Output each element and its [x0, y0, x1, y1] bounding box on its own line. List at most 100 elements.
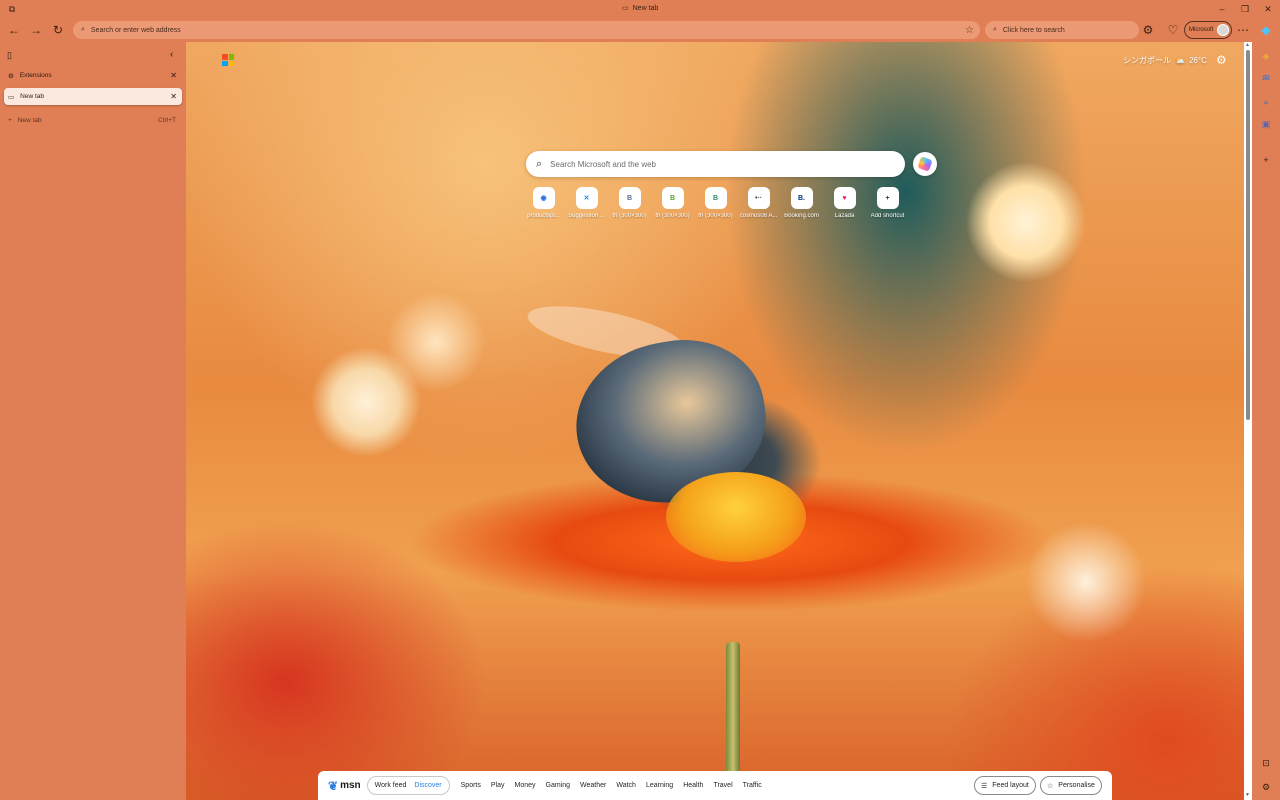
- quick-link-icon: ✕: [575, 187, 598, 209]
- scroll-down-icon[interactable]: ▼: [1245, 792, 1250, 798]
- quick-link[interactable]: ◉ productspl...: [522, 187, 565, 227]
- quick-link-icon: B: [661, 187, 684, 209]
- extensions-tab-icon: ⚙: [8, 72, 14, 80]
- close-tab-icon[interactable]: ✕: [170, 92, 177, 101]
- outlook-icon[interactable]: ✉: [1260, 72, 1272, 84]
- feed-nav-item[interactable]: Watch: [611, 782, 641, 789]
- quick-link[interactable]: Bth (300×300): [608, 187, 651, 227]
- web-search-placeholder: Search Microsoft and the web: [550, 159, 657, 169]
- quick-link-icon: ♥: [833, 187, 856, 209]
- toolbar-search-box[interactable]: ⌕ Click here to search: [985, 21, 1139, 39]
- tab-new-tab[interactable]: ▭ New tab ✕: [4, 88, 182, 105]
- quick-link-label: th (300×300): [655, 213, 690, 219]
- plus-icon: +: [8, 117, 12, 124]
- copilot-icon[interactable]: ◆: [1258, 22, 1274, 38]
- feed-nav-item[interactable]: Play: [486, 782, 510, 789]
- quick-link-label: th (300×300): [698, 213, 733, 219]
- back-icon[interactable]: ←: [6, 22, 22, 38]
- feed-nav-item[interactable]: Weather: [575, 782, 611, 789]
- address-bar[interactable]: ⌕ Search or enter web address ☆: [73, 21, 980, 39]
- feed-bar: ❦ msn Work feed Discover Sports Play Money G…: [318, 771, 1112, 800]
- quick-link[interactable]: Bth (300×300): [651, 187, 694, 227]
- hide-sidebar-icon[interactable]: ⊡: [1260, 757, 1272, 769]
- quick-link[interactable]: •·· cosmos08 A...: [737, 187, 780, 227]
- quick-link-label: Add shortcut: [870, 213, 905, 219]
- quick-link[interactable]: B. Booking.com: [780, 187, 823, 227]
- minimize-icon[interactable]: –: [1216, 3, 1228, 15]
- tab-extensions[interactable]: ⚙ Extensions ✕: [4, 67, 182, 84]
- profile-button[interactable]: Microsoft: [1184, 21, 1232, 39]
- search-sidebar-icon[interactable]: ⌕: [1260, 96, 1272, 108]
- quick-link[interactable]: + Add shortcut: [866, 187, 909, 227]
- toolbar: ← → ↻ ⌕ Search or enter web address ☆ ⌕ …: [0, 18, 1280, 42]
- tab-discover[interactable]: Discover: [410, 782, 445, 789]
- page-icon: ▭: [622, 5, 629, 12]
- feed-nav-item[interactable]: Health: [678, 782, 708, 789]
- msn-label: msn: [340, 780, 361, 791]
- search-icon: ⌕: [536, 157, 543, 170]
- quick-link-label: productspl...: [527, 213, 560, 219]
- feed-nav-item[interactable]: Learning: [641, 782, 678, 789]
- page-icon: ▭: [8, 93, 15, 101]
- avatar: [1217, 24, 1229, 36]
- favorite-star-icon[interactable]: ☆: [965, 25, 974, 36]
- quick-link[interactable]: ♥ Lazada: [823, 187, 866, 227]
- sliders-icon: ☰: [981, 782, 988, 790]
- browser-essentials-icon[interactable]: ♡: [1165, 22, 1181, 38]
- quick-link-label: Booking.com: [784, 213, 819, 219]
- right-sidebar: ◆ ✉ ⌕ ▣ + ⊡ ⚙: [1252, 42, 1280, 800]
- sidebar-settings-icon[interactable]: ⚙: [1260, 781, 1272, 793]
- personalise-button[interactable]: ☆ Personalise: [1040, 776, 1102, 795]
- quick-link[interactable]: ✕ Suggestion ...: [565, 187, 608, 227]
- quick-links: ◉ productspl... ✕ Suggestion ... Bth (300×30…: [522, 187, 912, 227]
- tab-actions-icon[interactable]: ▯: [7, 50, 12, 61]
- scroll-up-icon[interactable]: ▲: [1245, 42, 1250, 48]
- copilot-button[interactable]: [913, 152, 937, 176]
- quick-link-label: th (300×300): [612, 213, 647, 219]
- profile-label: Microsoft: [1189, 27, 1214, 33]
- feed-layout-button[interactable]: ☰ Feed layout: [974, 776, 1036, 795]
- page-settings-icon[interactable]: ⚙: [1216, 53, 1227, 67]
- quick-link-icon: B: [704, 187, 727, 209]
- msn-logo[interactable]: ❦ msn: [328, 779, 361, 793]
- feed-nav-item[interactable]: Sports: [456, 782, 486, 789]
- more-menu-icon[interactable]: ⋯: [1235, 22, 1251, 38]
- quick-link-icon: •··: [747, 187, 770, 209]
- feed-nav-item[interactable]: Gaming: [541, 782, 576, 789]
- new-tab-button[interactable]: + New tab Ctrl+T: [4, 112, 182, 129]
- feed-tabs: Work feed Discover: [366, 776, 450, 795]
- collapse-panel-icon[interactable]: ‹: [170, 49, 173, 60]
- feed-nav-item[interactable]: Traffic: [738, 782, 767, 789]
- quick-link-icon: B: [618, 187, 641, 209]
- microsoft-logo[interactable]: [222, 54, 234, 66]
- feed-layout-label: Feed layout: [992, 782, 1029, 789]
- refresh-icon[interactable]: ↻: [50, 22, 66, 38]
- teams-icon[interactable]: ▣: [1260, 118, 1272, 130]
- forward-icon[interactable]: →: [28, 22, 44, 38]
- toolbar-search-placeholder: Click here to search: [1002, 26, 1065, 34]
- quick-link-icon: +: [876, 187, 899, 209]
- tab-work-feed[interactable]: Work feed: [371, 782, 411, 789]
- quick-link[interactable]: Bth (300×300): [694, 187, 737, 227]
- page-scrollbar[interactable]: ▲ ▼: [1244, 42, 1252, 800]
- new-tab-page: シンガポール ⛅ 26°C ⚙ ⌕ Search Microsoft and t…: [186, 42, 1244, 800]
- scrollbar-thumb[interactable]: [1246, 50, 1250, 420]
- window-title: ▭ New tab: [622, 4, 659, 13]
- add-sidebar-app-icon[interactable]: +: [1260, 154, 1272, 166]
- workspaces-icon[interactable]: ⧉: [6, 3, 18, 15]
- web-search-box[interactable]: ⌕ Search Microsoft and the web: [526, 151, 905, 177]
- extensions-icon[interactable]: ⚙: [1140, 22, 1156, 38]
- close-window-icon[interactable]: ✕: [1262, 3, 1274, 15]
- window-title-text: New tab: [632, 4, 659, 12]
- close-tab-icon[interactable]: ✕: [170, 71, 177, 80]
- address-placeholder: Search or enter web address: [90, 26, 181, 34]
- feed-nav-item[interactable]: Money: [510, 782, 541, 789]
- star-icon: ☆: [1047, 782, 1054, 790]
- search-icon: ⌕: [993, 26, 997, 33]
- vertical-tabs-panel: ▯ ‹ ⚙ Extensions ✕ ▭ New tab ✕ + New tab…: [0, 42, 186, 800]
- weather-widget[interactable]: シンガポール ⛅ 26°C: [1123, 55, 1207, 66]
- feed-nav-item[interactable]: Travel: [708, 782, 737, 789]
- copilot-icon: [917, 156, 933, 172]
- restore-icon[interactable]: ❐: [1239, 3, 1251, 15]
- collections-icon[interactable]: ◆: [1260, 50, 1272, 62]
